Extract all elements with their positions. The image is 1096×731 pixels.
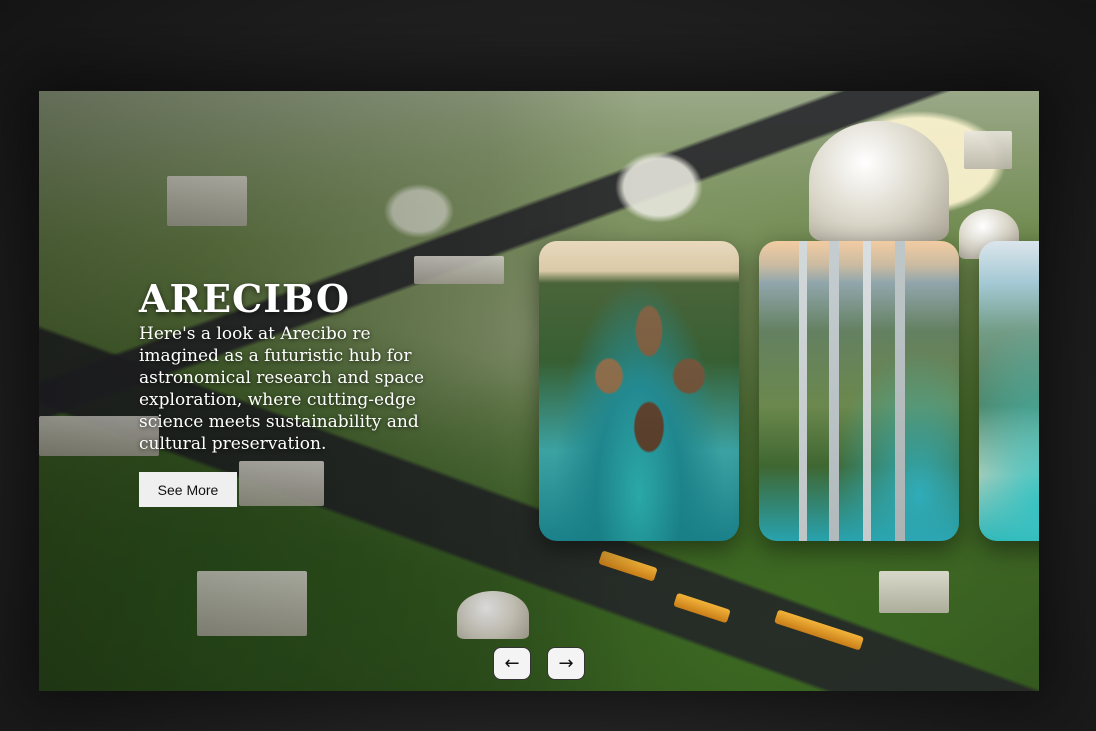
thumbnail-overlay bbox=[539, 241, 739, 541]
slide-description: Here's a look at Arecibo re imagined as … bbox=[139, 324, 425, 454]
page-background: ARECIBO Here's a look at Arecibo re imag… bbox=[0, 0, 1096, 731]
thumbnail-smart-coast[interactable] bbox=[979, 241, 1039, 541]
arrow-left-icon: ← bbox=[504, 653, 520, 674]
prev-arrow-button[interactable]: ← bbox=[493, 647, 531, 680]
thumbnail-green-city[interactable] bbox=[759, 241, 959, 541]
slide-title: ARECIBO bbox=[139, 276, 350, 321]
hero-slide: ARECIBO Here's a look at Arecibo re imag… bbox=[39, 91, 1039, 691]
see-more-button[interactable]: See More bbox=[139, 472, 237, 507]
thumbnail-eco-village[interactable] bbox=[539, 241, 739, 541]
thumbnail-overlay bbox=[979, 241, 1039, 541]
thumbnail-overlay bbox=[759, 241, 959, 541]
arrow-right-icon: → bbox=[558, 653, 574, 674]
next-arrow-button[interactable]: → bbox=[547, 647, 585, 680]
